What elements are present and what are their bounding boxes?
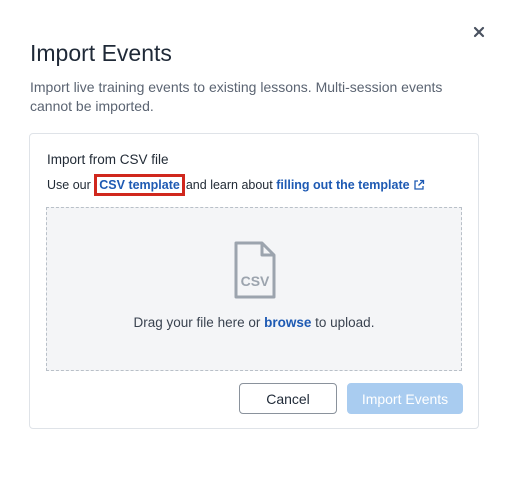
- import-events-button[interactable]: Import Events: [347, 383, 463, 414]
- close-icon[interactable]: [472, 25, 486, 39]
- template-link-highlight: CSV template: [94, 174, 185, 196]
- dialog-title: Import Events: [30, 40, 172, 66]
- csv-template-link[interactable]: CSV template: [99, 178, 180, 192]
- template-instructions: Use our CSV template and learn about fill…: [47, 174, 425, 196]
- filling-out-template-link[interactable]: filling out the template: [276, 178, 424, 192]
- guide-link-label: filling out the template: [276, 178, 410, 192]
- drop-suffix: to upload.: [315, 315, 375, 330]
- drop-instructions: Drag your file here or browse to upload.: [47, 315, 461, 330]
- panel-heading: Import from CSV file: [47, 152, 169, 167]
- instructions-middle: and learn about: [185, 178, 273, 192]
- external-link-icon: [413, 179, 425, 194]
- dialog-description: Import live training events to existing …: [30, 79, 443, 114]
- file-dropzone[interactable]: CSV Drag your file here or browse to upl…: [46, 207, 462, 371]
- drop-prefix: Drag your file here or: [133, 315, 261, 330]
- csv-file-icon: CSV: [233, 240, 277, 305]
- cancel-button[interactable]: Cancel: [239, 383, 337, 414]
- browse-link[interactable]: browse: [264, 315, 311, 330]
- instructions-prefix: Use our: [47, 178, 91, 192]
- import-events-dialog: Import Events Import live training event…: [0, 0, 512, 486]
- csv-file-icon-label: CSV: [241, 273, 270, 289]
- import-csv-panel: Import from CSV file Use our CSV templat…: [29, 133, 479, 429]
